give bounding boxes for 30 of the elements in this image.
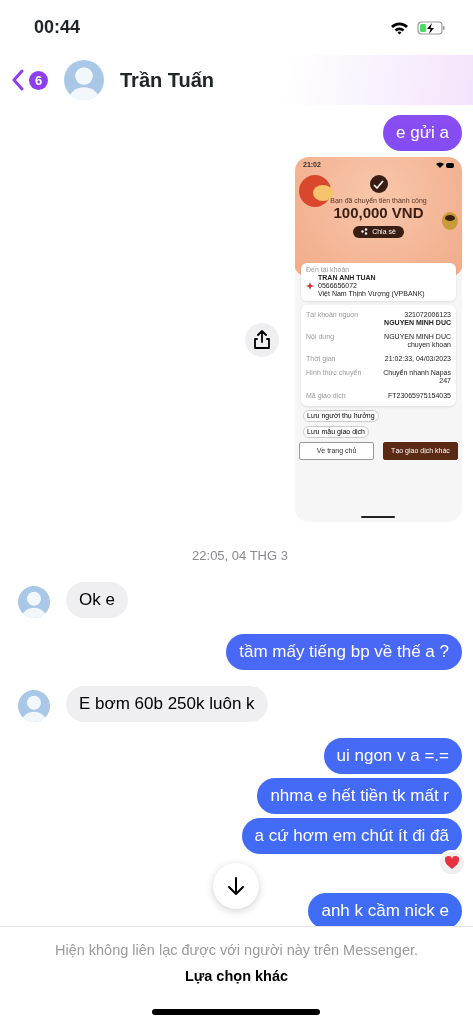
message-bubble: anh k cầm nick e: [308, 892, 462, 926]
message-bubble: nhma e hết tiền tk mất r: [257, 777, 462, 814]
message-bubble: e gửi a: [383, 115, 462, 151]
message-bubble: Ok e: [66, 581, 128, 618]
charging-battery-icon: [417, 20, 445, 35]
status-icons: [436, 161, 454, 169]
status-time: 00:44: [34, 16, 81, 39]
message-bubble: ui ngon v a =.=: [323, 737, 462, 774]
back-chevron-icon: [12, 69, 25, 91]
check-icon: [373, 179, 384, 189]
other-options-link[interactable]: Lựa chọn khác: [0, 965, 473, 988]
avatar[interactable]: [18, 689, 50, 722]
share-icon: [361, 228, 369, 236]
transfer-amount: 100,000 VND: [333, 205, 424, 222]
avatar[interactable]: [64, 60, 104, 100]
heart-icon: [444, 855, 460, 870]
share-icon: [253, 330, 271, 349]
bank-logo-icon: [306, 282, 314, 291]
avatar[interactable]: [18, 585, 50, 618]
unread-count-badge: 6: [29, 70, 48, 90]
down-arrow-icon: [227, 876, 245, 896]
timestamp: 22:05, 04 THG 3: [191, 547, 289, 565]
unavailable-notice: Hiện không liên lạc được với người này trên Messenger.: [53, 941, 420, 960]
back-button[interactable]: 6: [12, 69, 48, 91]
contact-name[interactable]: Trần Tuấn: [120, 65, 215, 95]
scroll-down-button[interactable]: [213, 863, 259, 909]
wifi-icon: [390, 20, 409, 35]
share-button[interactable]: [245, 322, 279, 357]
message-bubble: E bơm 60b 250k luôn k: [66, 685, 268, 722]
message-bubble: tầm mấy tiếng bp về thế a ?: [226, 633, 462, 670]
